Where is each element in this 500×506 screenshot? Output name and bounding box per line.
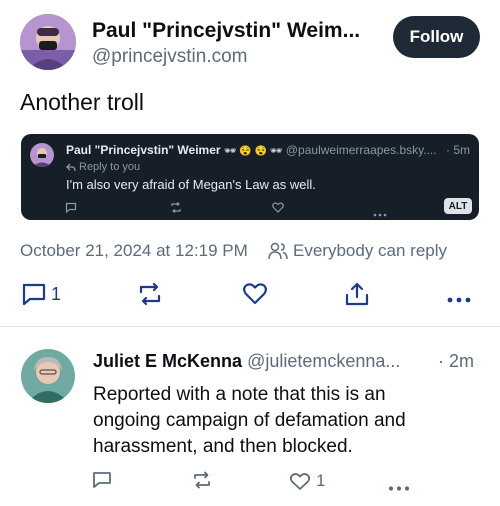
audience-label: Everybody can reply: [293, 241, 448, 260]
reply-icon: [92, 471, 112, 489]
reply-text: Reported with a note that this is an ong…: [93, 382, 406, 460]
reply-author-name[interactable]: Juliet E McKenna: [93, 351, 242, 371]
post-author-handle[interactable]: @princejvstin.com: [92, 46, 248, 68]
reply-like-count: 1: [316, 471, 326, 490]
reply-author-handle[interactable]: @julietemckenna...: [247, 351, 400, 371]
post-author-avatar[interactable]: [20, 14, 76, 70]
more-icon: [447, 297, 471, 303]
like-icon: [289, 472, 311, 491]
audience-setting[interactable]: Everybody can reply: [268, 241, 447, 261]
embed-time: · 5m: [446, 143, 470, 157]
reply-like-button[interactable]: 1: [289, 471, 325, 491]
reply-button[interactable]: 1: [21, 282, 61, 306]
reply-reply-button[interactable]: [92, 471, 112, 494]
follow-button-label: Follow: [409, 27, 464, 46]
repost-icon: [192, 471, 212, 489]
follow-button[interactable]: Follow: [393, 16, 480, 58]
reply-more-options-button[interactable]: [388, 478, 410, 496]
repost-button[interactable]: [137, 282, 163, 311]
embed-like-icon: [272, 200, 284, 218]
reply-repost-button[interactable]: [192, 471, 212, 494]
embed-author-handle: @paulweimerraapes.bsky....: [285, 143, 437, 157]
like-icon: [242, 282, 268, 306]
reply-count: 1: [51, 283, 62, 304]
embed-author-emoji: 🕶 😵 😵 🕶: [223, 146, 283, 157]
more-icon: [388, 486, 410, 491]
reply-arrow-icon: [66, 163, 76, 172]
reply-time: · 2m: [438, 351, 474, 371]
embed-reply-icon: [65, 200, 77, 218]
embed-more-icon: [373, 204, 387, 220]
embed-repost-icon: [170, 200, 182, 218]
reply-author-avatar[interactable]: [21, 349, 75, 403]
embed-avatar: [30, 143, 54, 167]
divider: [0, 326, 500, 327]
post-timestamp: October 21, 2024 at 12:19 PM: [20, 241, 248, 260]
share-icon: [344, 281, 370, 307]
like-button[interactable]: [242, 282, 268, 311]
post-text: Another troll: [20, 89, 145, 115]
alt-badge-label: ALT: [448, 200, 468, 212]
alt-badge[interactable]: ALT: [444, 198, 472, 214]
reply-text-line: harassment, and then blocked.: [93, 436, 353, 457]
reply-icon: [21, 282, 47, 306]
embed-text: I'm also very afraid of Megan's Law as w…: [66, 177, 316, 192]
reply-text-line: ongoing campaign of defamation and: [93, 410, 406, 431]
people-icon: [268, 242, 288, 260]
post-author-name[interactable]: Paul "Princejvstin" Weim...: [92, 19, 360, 43]
embed-reply-to: Reply to you: [79, 161, 141, 173]
embedded-image[interactable]: Paul "Princejvstin" Weimer 🕶 😵 😵 🕶 @paul…: [21, 134, 479, 220]
reply-text-line: Reported with a note that this is an: [93, 384, 386, 405]
share-button[interactable]: [344, 281, 370, 312]
repost-icon: [137, 282, 163, 306]
more-options-button[interactable]: [447, 290, 471, 308]
embed-author-name: Paul "Princejvstin" Weimer: [66, 143, 221, 157]
